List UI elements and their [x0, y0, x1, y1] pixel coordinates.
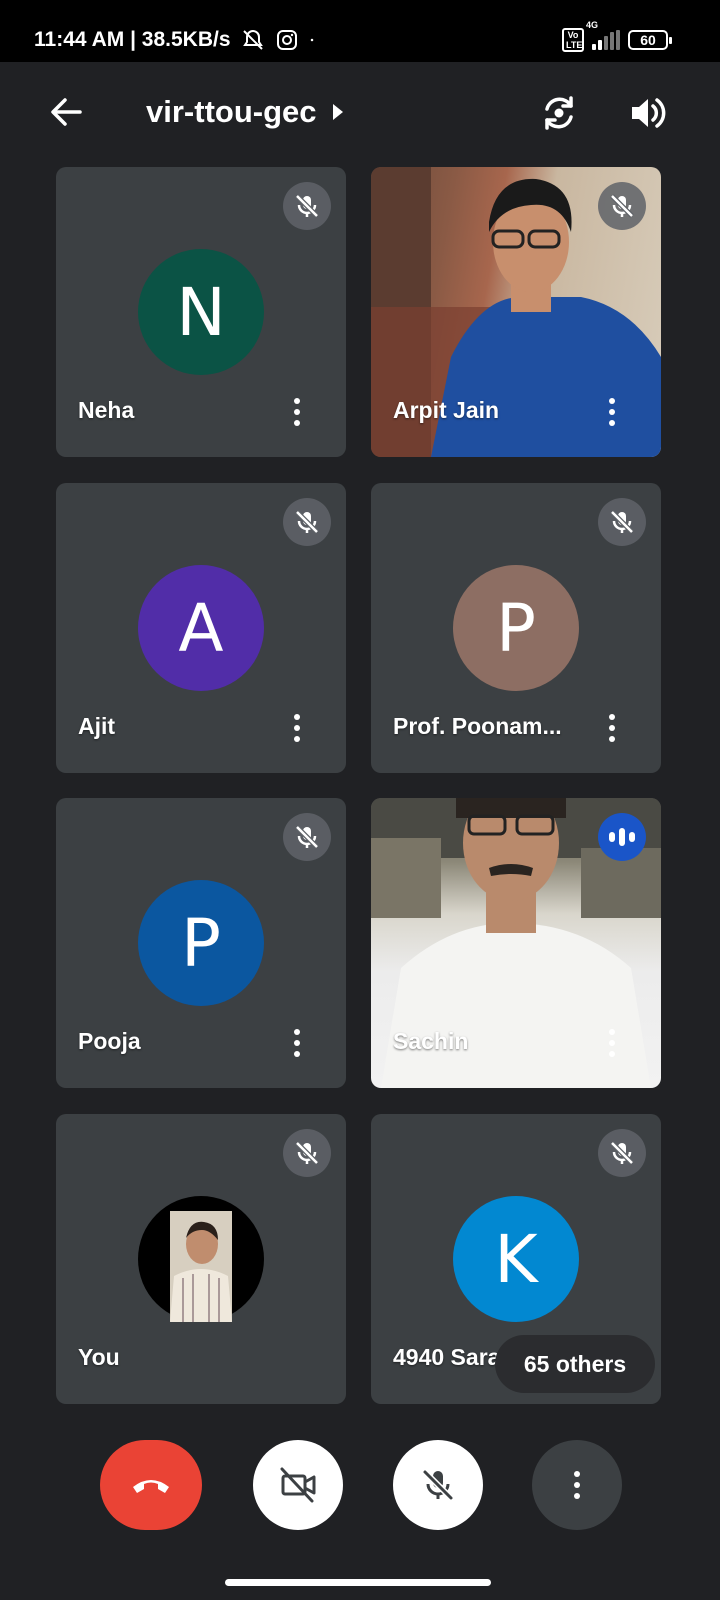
camera-off-icon — [280, 1467, 316, 1503]
participant-tile[interactable]: A Ajit — [56, 483, 346, 773]
camera-toggle-button[interactable] — [253, 1440, 343, 1530]
network-type: 4G — [586, 20, 599, 30]
status-time-speed: 11:44 AM | 38.5KB/s — [34, 28, 231, 51]
home-indicator[interactable] — [225, 1579, 491, 1586]
more-vert-icon[interactable] — [282, 393, 312, 431]
participant-video-tile[interactable]: Sachin — [371, 798, 661, 1088]
avatar-initial: N — [176, 273, 226, 351]
volte-icon: Vo LTE — [562, 28, 584, 52]
chevron-right-icon — [332, 104, 343, 120]
battery-level: 60 — [640, 32, 656, 48]
end-call-icon — [133, 1480, 169, 1493]
mic-off-badge — [283, 498, 331, 546]
status-right: Vo LTE 4G 60 — [562, 20, 672, 52]
participant-tile[interactable]: N Neha — [56, 167, 346, 457]
more-vert-icon[interactable] — [597, 393, 627, 431]
back-arrow-icon[interactable] — [46, 92, 86, 132]
participant-name: 4940 Sara — [393, 1344, 501, 1370]
participant-name: Prof. Poonam... — [393, 713, 562, 739]
meeting-header: vir-ttou-gec — [0, 62, 720, 164]
more-vert-icon[interactable] — [282, 709, 312, 747]
more-vert-icon[interactable] — [282, 1024, 312, 1062]
more-vert-icon — [574, 1471, 580, 1499]
mic-off-icon — [295, 1141, 319, 1165]
avatar-initial: K — [494, 1220, 538, 1298]
avatar-initial: P — [181, 904, 221, 982]
mic-off-badge — [283, 182, 331, 230]
avatar: P — [453, 565, 579, 691]
mic-off-icon — [610, 1141, 634, 1165]
meeting-title[interactable]: vir-ttou-gec — [146, 94, 343, 130]
participant-name: Ajit — [78, 713, 116, 739]
instagram-icon — [276, 30, 297, 50]
mic-off-badge — [598, 498, 646, 546]
mic-off-icon — [295, 825, 319, 849]
mic-off-badge — [283, 1129, 331, 1177]
mic-off-badge — [283, 813, 331, 861]
signal-icon: 4G — [586, 20, 620, 50]
others-count-button[interactable]: 65 others — [495, 1335, 655, 1393]
more-vert-icon[interactable] — [597, 1024, 627, 1062]
speaking-indicator-icon — [598, 813, 646, 861]
battery-icon: 60 — [628, 30, 672, 50]
status-bar: 11:44 AM | 38.5KB/s Vo LTE 4G 60 — [0, 0, 720, 62]
mic-off-badge — [598, 182, 646, 230]
avatar: P — [138, 880, 264, 1006]
end-call-button[interactable] — [100, 1440, 202, 1530]
avatar-photo — [138, 1196, 264, 1322]
mic-off-icon — [610, 194, 634, 218]
more-options-button[interactable] — [532, 1440, 622, 1530]
more-vert-icon[interactable] — [597, 709, 627, 747]
status-left: 11:44 AM | 38.5KB/s — [34, 28, 321, 52]
participant-name: Sachin — [393, 1028, 469, 1054]
call-controls — [0, 1440, 720, 1530]
participant-tile[interactable]: P Prof. Poonam... — [371, 483, 661, 773]
mic-toggle-button[interactable] — [393, 1440, 483, 1530]
participant-name: Arpit Jain — [393, 397, 500, 423]
mic-off-icon — [610, 510, 634, 534]
participant-name: Neha — [78, 397, 135, 423]
speaker-icon[interactable] — [626, 92, 668, 134]
participant-tile-self[interactable]: You — [56, 1114, 346, 1404]
participant-video-tile[interactable]: Arpit Jain — [371, 167, 661, 457]
switch-camera-icon[interactable] — [538, 92, 580, 134]
avatar: N — [138, 249, 264, 375]
meeting-code: vir-ttou-gec — [146, 94, 317, 129]
mute-notifications-icon — [242, 29, 263, 50]
mic-off-icon — [295, 510, 319, 534]
participant-tile[interactable]: P Pooja — [56, 798, 346, 1088]
participant-name: You — [78, 1344, 120, 1370]
mic-off-badge — [598, 1129, 646, 1177]
avatar-initial: A — [178, 589, 224, 667]
mic-off-icon — [295, 194, 319, 218]
avatar: A — [138, 565, 264, 691]
dot-icon — [310, 38, 313, 42]
avatar: K — [453, 1196, 579, 1322]
avatar-initial: P — [496, 589, 536, 667]
mic-off-icon — [422, 1469, 454, 1501]
profile-photo — [170, 1211, 232, 1322]
participant-name: Pooja — [78, 1028, 141, 1054]
